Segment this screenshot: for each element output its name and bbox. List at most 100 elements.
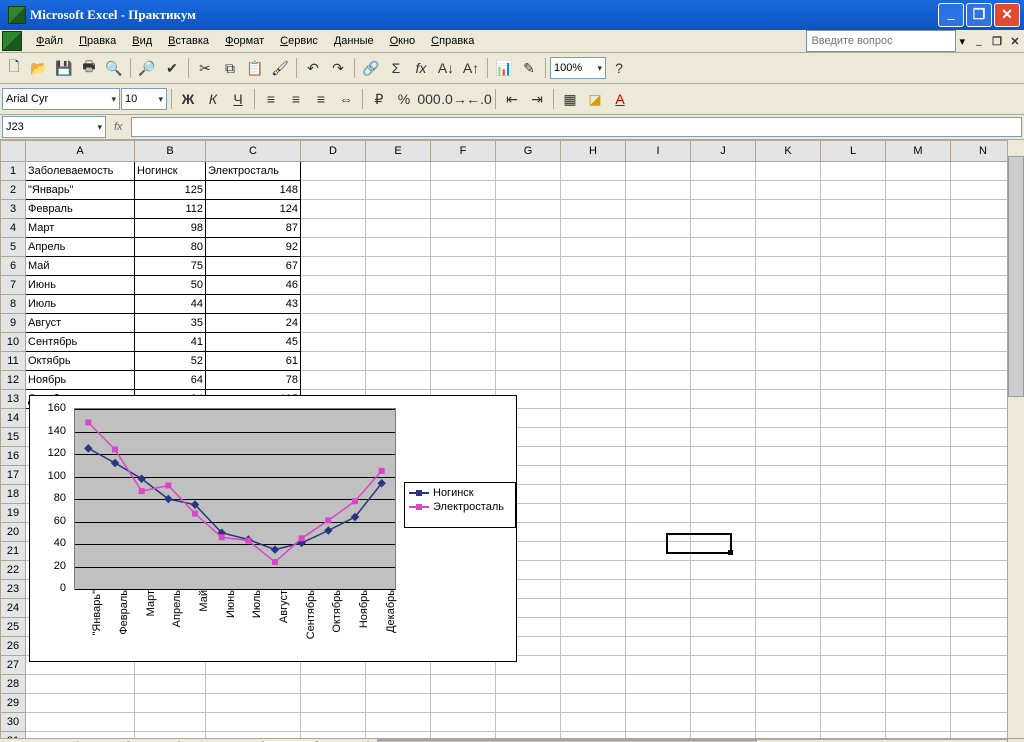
cell-I24[interactable] xyxy=(626,599,691,618)
cell-C31[interactable] xyxy=(206,732,301,739)
cell-H23[interactable] xyxy=(561,580,626,599)
cell-K16[interactable] xyxy=(756,447,821,466)
cell-M13[interactable] xyxy=(886,390,951,409)
cell-G6[interactable] xyxy=(496,257,561,276)
col-header-N[interactable]: N xyxy=(951,141,1016,162)
cell-L13[interactable] xyxy=(821,390,886,409)
row-header-9[interactable]: 9 xyxy=(1,314,26,333)
row-header-21[interactable]: 21 xyxy=(1,542,26,561)
row-header-10[interactable]: 10 xyxy=(1,333,26,352)
cell-D28[interactable] xyxy=(301,675,366,694)
cell-M16[interactable] xyxy=(886,447,951,466)
cell-N6[interactable] xyxy=(951,257,1016,276)
cell-I2[interactable] xyxy=(626,181,691,200)
cell-K18[interactable] xyxy=(756,485,821,504)
cell-J8[interactable] xyxy=(691,295,756,314)
cell-L21[interactable] xyxy=(821,542,886,561)
cell-D3[interactable] xyxy=(301,200,366,219)
cell-L9[interactable] xyxy=(821,314,886,333)
cell-C7[interactable]: 46 xyxy=(206,276,301,295)
row-header-1[interactable]: 1 xyxy=(1,162,26,181)
cell-A9[interactable]: Август xyxy=(26,314,135,333)
cell-D2[interactable] xyxy=(301,181,366,200)
cell-H4[interactable] xyxy=(561,219,626,238)
cell-J11[interactable] xyxy=(691,352,756,371)
cell-L17[interactable] xyxy=(821,466,886,485)
cell-B9[interactable]: 35 xyxy=(135,314,206,333)
cell-G5[interactable] xyxy=(496,238,561,257)
cell-N25[interactable] xyxy=(951,618,1016,637)
menu-сервис[interactable]: Сервис xyxy=(272,32,326,50)
cell-N10[interactable] xyxy=(951,333,1016,352)
cell-L20[interactable] xyxy=(821,523,886,542)
cell-J12[interactable] xyxy=(691,371,756,390)
cell-B28[interactable] xyxy=(135,675,206,694)
cell-K14[interactable] xyxy=(756,409,821,428)
col-header-I[interactable]: I xyxy=(626,141,691,162)
cell-M4[interactable] xyxy=(886,219,951,238)
cell-J13[interactable] xyxy=(691,390,756,409)
cell-D30[interactable] xyxy=(301,713,366,732)
menu-окно[interactable]: Окно xyxy=(382,32,424,50)
cell-I23[interactable] xyxy=(626,580,691,599)
cell-J9[interactable] xyxy=(691,314,756,333)
fx-icon[interactable]: fx xyxy=(106,121,131,133)
cell-N29[interactable] xyxy=(951,694,1016,713)
cell-J15[interactable] xyxy=(691,428,756,447)
currency-button[interactable]: ₽ xyxy=(367,87,391,111)
cell-K7[interactable] xyxy=(756,276,821,295)
font-size-combo[interactable]: 10 ▾ xyxy=(121,88,167,110)
cell-D1[interactable] xyxy=(301,162,366,181)
cell-K11[interactable] xyxy=(756,352,821,371)
cell-I9[interactable] xyxy=(626,314,691,333)
row-header-8[interactable]: 8 xyxy=(1,295,26,314)
cell-N5[interactable] xyxy=(951,238,1016,257)
cell-N17[interactable] xyxy=(951,466,1016,485)
cell-D10[interactable] xyxy=(301,333,366,352)
cell-I30[interactable] xyxy=(626,713,691,732)
cell-L19[interactable] xyxy=(821,504,886,523)
minimize-button[interactable]: _ xyxy=(938,3,964,27)
cell-E5[interactable] xyxy=(366,238,431,257)
cell-K29[interactable] xyxy=(756,694,821,713)
cell-L23[interactable] xyxy=(821,580,886,599)
row-header-30[interactable]: 30 xyxy=(1,713,26,732)
cell-I5[interactable] xyxy=(626,238,691,257)
row-header-12[interactable]: 12 xyxy=(1,371,26,390)
cell-I10[interactable] xyxy=(626,333,691,352)
cell-G9[interactable] xyxy=(496,314,561,333)
align-right-button[interactable]: ≡ xyxy=(309,87,333,111)
cell-L27[interactable] xyxy=(821,656,886,675)
redo-button[interactable]: ↷ xyxy=(326,56,350,80)
col-header-D[interactable]: D xyxy=(301,141,366,162)
doc-restore-button[interactable]: ❐ xyxy=(990,35,1004,48)
cell-J16[interactable] xyxy=(691,447,756,466)
cell-F3[interactable] xyxy=(431,200,496,219)
doc-close-button[interactable]: ✕ xyxy=(1008,35,1022,48)
cell-M29[interactable] xyxy=(886,694,951,713)
cell-N9[interactable] xyxy=(951,314,1016,333)
cell-J6[interactable] xyxy=(691,257,756,276)
cell-H21[interactable] xyxy=(561,542,626,561)
cell-E28[interactable] xyxy=(366,675,431,694)
cell-A11[interactable]: Октябрь xyxy=(26,352,135,371)
cell-D31[interactable] xyxy=(301,732,366,739)
cell-J22[interactable] xyxy=(691,561,756,580)
cell-J7[interactable] xyxy=(691,276,756,295)
cell-C8[interactable]: 43 xyxy=(206,295,301,314)
row-header-15[interactable]: 15 xyxy=(1,428,26,447)
cell-E2[interactable] xyxy=(366,181,431,200)
cell-H1[interactable] xyxy=(561,162,626,181)
cell-K10[interactable] xyxy=(756,333,821,352)
cell-N30[interactable] xyxy=(951,713,1016,732)
cell-G11[interactable] xyxy=(496,352,561,371)
menu-формат[interactable]: Формат xyxy=(217,32,272,50)
cell-J26[interactable] xyxy=(691,637,756,656)
function-button[interactable]: fx xyxy=(409,56,433,80)
cell-J17[interactable] xyxy=(691,466,756,485)
row-header-7[interactable]: 7 xyxy=(1,276,26,295)
cell-C29[interactable] xyxy=(206,694,301,713)
cell-N18[interactable] xyxy=(951,485,1016,504)
cell-F9[interactable] xyxy=(431,314,496,333)
menu-правка[interactable]: Правка xyxy=(71,32,124,50)
